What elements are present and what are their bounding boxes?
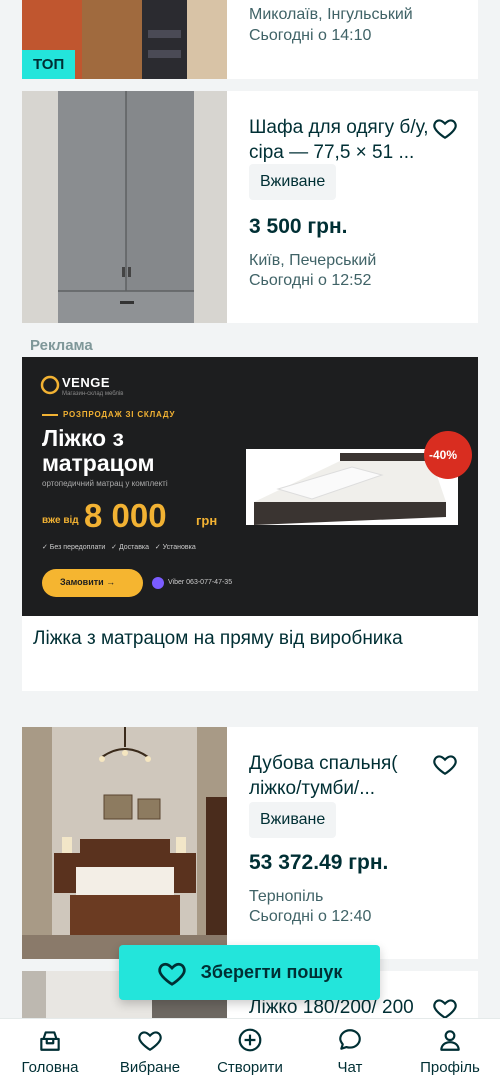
heart-icon[interactable] [432, 115, 458, 141]
nav-chat-label: Чат [337, 1059, 363, 1076]
bottom-navigation: Головна Вибране Створити Чат Профіль [0, 1018, 500, 1083]
save-search-button[interactable]: Зберегти пошук [119, 945, 380, 1000]
listing-date: Сьогодні о 12:40 [249, 908, 372, 925]
listing-location: Тернопіль [249, 888, 324, 905]
listing-price: 53 372.49 грн. [249, 851, 389, 874]
user-icon [440, 1030, 460, 1051]
nav-profile[interactable]: Профіль [400, 1019, 500, 1083]
ad-card[interactable]: VENGE Магазин-склад меблів РОЗПРОДАЖ ЗІ … [22, 357, 478, 691]
nav-create[interactable]: Створити [200, 1019, 300, 1083]
ad-description[interactable]: Ліжка з матрацом на пряму від виробника [33, 625, 453, 653]
heart-icon [138, 1031, 162, 1052]
banner-headline-1: Ліжко з [42, 425, 124, 451]
banner-price-prefix: вже від [42, 515, 79, 526]
banner-currency: грн [196, 513, 218, 528]
listing-photo [22, 91, 227, 323]
listing-photo [22, 727, 227, 959]
banner-headline-2: матрацом [42, 450, 155, 476]
condition-badge: Вживане [249, 164, 337, 200]
plus-circle-icon [238, 1028, 262, 1052]
home-icon [40, 1031, 60, 1051]
listing-card[interactable]: ТОП Миколаїв, Інгульський Сьогодні о 14:… [22, 0, 478, 79]
listing-photo: ТОП [22, 0, 227, 79]
banner-price: 8 000 [84, 497, 167, 534]
brand-name: VENGE [62, 375, 111, 390]
chat-icon [339, 1029, 361, 1050]
heart-icon[interactable] [432, 995, 458, 1018]
save-search-label: Зберегти пошук [200, 962, 343, 982]
top-badge: ТОП [22, 50, 76, 79]
discount-badge: -40% [429, 448, 458, 462]
nav-chat[interactable]: Чат [300, 1019, 400, 1083]
nav-favorites[interactable]: Вибране [100, 1019, 200, 1083]
listing-card[interactable]: Дубова спальня( ліжко/тумби/... Вживане … [22, 727, 478, 959]
condition-badge: Вживане [249, 802, 337, 838]
brand-subtitle: Магазин-склад меблів [62, 391, 124, 397]
heart-icon [157, 962, 186, 986]
nav-home[interactable]: Головна [0, 1019, 100, 1083]
banner-cta-button[interactable]: Замовити → [60, 577, 115, 587]
nav-profile-label: Профіль [420, 1059, 480, 1076]
banner-contact: Viber 063-077-47-35 [168, 579, 233, 586]
banner-kicker: РОЗПРОДАЖ ЗІ СКЛАДУ [63, 410, 176, 419]
nav-create-label: Створити [217, 1059, 283, 1076]
ad-banner[interactable]: VENGE Магазин-склад меблів РОЗПРОДАЖ ЗІ … [22, 357, 478, 616]
banner-subline: ортопедичний матрац у комплекті [42, 479, 168, 488]
ad-label: Реклама [30, 337, 93, 354]
nav-home-label: Головна [21, 1059, 79, 1076]
nav-favorites-label: Вибране [119, 1059, 181, 1076]
listing-card[interactable]: Шафа для одягу б/у, сіра — 77,5 × 51 ...… [22, 91, 478, 323]
listing-location: Київ, Печерський [249, 252, 377, 269]
listing-date: Сьогодні о 14:10 [249, 27, 372, 44]
banner-features: ✓ Без передоплати ✓ Доставка ✓ Установка [42, 544, 196, 551]
listing-location: Миколаїв, Інгульський [249, 6, 413, 23]
listing-date: Сьогодні о 12:52 [249, 272, 372, 289]
listing-price: 3 500 грн. [249, 215, 348, 238]
heart-icon[interactable] [432, 751, 458, 777]
